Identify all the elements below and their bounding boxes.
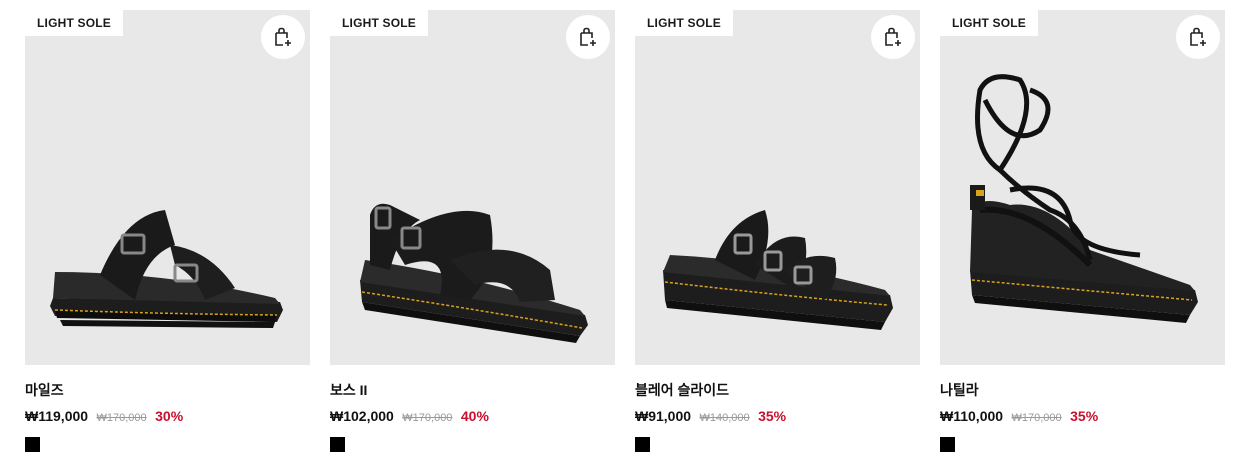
add-to-cart-button[interactable] (261, 15, 305, 59)
product-card[interactable]: LIGHT SOLE 블레어 슬라이드 ₩91,000 ₩140,000 35% (635, 10, 920, 452)
original-price: ₩140,000 (699, 412, 750, 424)
product-name[interactable]: 마일즈 (25, 381, 310, 399)
original-price: ₩170,000 (1011, 412, 1062, 424)
price-row: ₩119,000 ₩170,000 30% (25, 407, 310, 425)
product-name[interactable]: 나틸라 (940, 381, 1225, 399)
light-sole-badge: LIGHT SOLE (25, 10, 123, 36)
original-price: ₩170,000 (402, 412, 453, 424)
add-to-cart-icon (885, 27, 901, 46)
product-image-container[interactable]: LIGHT SOLE (635, 10, 920, 365)
product-card[interactable]: LIGHT SOLE 마일즈 ₩119,000 ₩170,000 30% (25, 10, 310, 452)
product-grid: LIGHT SOLE 마일즈 ₩119,000 ₩170,000 30% LIG… (0, 0, 1235, 460)
product-image[interactable] (330, 10, 615, 365)
add-to-cart-icon (1190, 27, 1206, 46)
product-name[interactable]: 보스 II (330, 381, 615, 399)
color-swatch-black[interactable] (940, 437, 955, 452)
light-sole-badge: LIGHT SOLE (330, 10, 428, 36)
sale-price: ₩110,000 (940, 408, 1004, 424)
product-image-container[interactable]: LIGHT SOLE (940, 10, 1225, 365)
discount-percent: 40% (460, 408, 489, 424)
add-to-cart-button[interactable] (871, 15, 915, 59)
product-image[interactable] (940, 10, 1225, 365)
light-sole-badge: LIGHT SOLE (635, 10, 733, 36)
color-swatch-black[interactable] (330, 437, 345, 452)
add-to-cart-button[interactable] (566, 15, 610, 59)
add-to-cart-button[interactable] (1176, 15, 1220, 59)
price-row: ₩102,000 ₩170,000 40% (330, 407, 615, 425)
product-card[interactable]: LIGHT SOLE 보스 II ₩102,000 ₩170,000 40% (330, 10, 615, 452)
price-row: ₩91,000 ₩140,000 35% (635, 407, 920, 425)
sale-price: ₩91,000 (635, 408, 692, 424)
light-sole-badge: LIGHT SOLE (940, 10, 1038, 36)
discount-percent: 30% (155, 408, 184, 424)
add-to-cart-icon (275, 27, 291, 46)
product-image[interactable] (25, 10, 310, 365)
product-image-container[interactable]: LIGHT SOLE (25, 10, 310, 365)
product-card[interactable]: LIGHT SOLE 나틸라 ₩110,000 ₩170,000 35% (940, 10, 1225, 452)
product-name[interactable]: 블레어 슬라이드 (635, 381, 920, 399)
product-image[interactable] (635, 10, 920, 365)
discount-percent: 35% (1070, 408, 1099, 424)
discount-percent: 35% (758, 408, 787, 424)
color-swatch-black[interactable] (635, 437, 650, 452)
price-row: ₩110,000 ₩170,000 35% (940, 407, 1225, 425)
color-swatch-black[interactable] (25, 437, 40, 452)
add-to-cart-icon (580, 27, 596, 46)
product-image-container[interactable]: LIGHT SOLE (330, 10, 615, 365)
original-price: ₩170,000 (96, 412, 147, 424)
sale-price: ₩102,000 (330, 408, 394, 424)
sale-price: ₩119,000 (25, 408, 89, 424)
